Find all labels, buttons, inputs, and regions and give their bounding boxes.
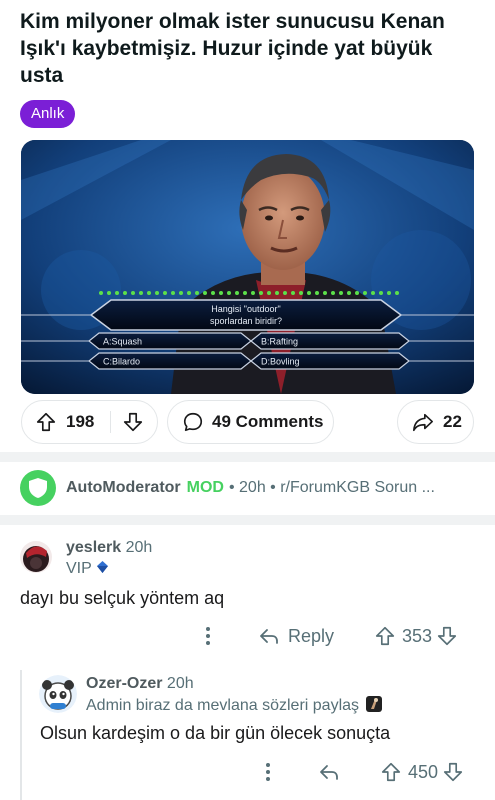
reply-arrow-icon[interactable] (258, 625, 280, 647)
upvote-count: 198 (66, 412, 95, 431)
flair-emoji-icon (366, 696, 383, 712)
comment-body: Olsun kardeşim o da bir gün ölecek sonuç… (40, 723, 391, 743)
avatar[interactable] (20, 541, 52, 573)
answer-c: C:Bilardo (103, 357, 140, 367)
comment-score: 353 (402, 625, 433, 646)
section-divider (0, 515, 495, 525)
post-action-bar: 198 49 Comments 22 (21, 400, 474, 444)
automod-meta: • 20h • r/ForumKGB Sorun ... (228, 479, 435, 496)
answer-b: B:Rafting (261, 337, 298, 347)
comment-author[interactable]: Ozer-Ozer (86, 675, 162, 692)
comment-time: 20h (125, 539, 153, 556)
comments-button[interactable]: 49 Comments (167, 400, 334, 444)
downvote-icon[interactable] (436, 625, 458, 647)
share-button[interactable]: 22 (397, 400, 474, 444)
share-count: 22 (443, 412, 462, 431)
shield-icon (29, 478, 47, 498)
downvote-icon[interactable] (442, 761, 464, 783)
comment-author-line: Ozer-Ozer 20h (86, 675, 194, 693)
user-avatar-image (20, 541, 52, 573)
vote-divider (110, 411, 111, 433)
section-divider (0, 452, 495, 462)
mod-badge: MOD (186, 479, 224, 496)
comment-bubble-icon (183, 412, 203, 432)
comment-actions: 450 (258, 760, 478, 784)
user-flair: Admin biraz da mevlana sözleri paylaş (86, 696, 383, 715)
user-flair: VIP (66, 560, 109, 578)
post-image[interactable]: Hangisi "outdoor" sporlardan biridir? A:… (21, 140, 474, 394)
automod-name[interactable]: AutoModerator (66, 479, 181, 497)
upvote-icon[interactable] (35, 411, 57, 433)
user-flair-text: VIP (66, 560, 92, 577)
avatar[interactable] (39, 675, 77, 713)
automod-comment[interactable]: AutoModerator MOD • 20h • r/ForumKGB Sor… (20, 470, 480, 506)
upvote-icon[interactable] (380, 761, 402, 783)
diamond-icon (96, 561, 108, 573)
downvote-icon[interactable] (122, 411, 144, 433)
comments-label: 49 Comments (212, 412, 324, 431)
comment-author[interactable]: yeslerk (66, 539, 121, 556)
comment-body: dayı bu selçuk yöntem aq (20, 588, 225, 608)
reply-arrow-icon[interactable] (318, 761, 340, 783)
comment-author-line: yeslerk 20h (66, 539, 152, 557)
comment-score: 450 (408, 761, 439, 782)
question-text-line: sporlardan biridir? (210, 316, 282, 326)
reply-button[interactable]: Reply (288, 626, 334, 647)
post-title[interactable]: Kim milyoner olmak ister sunucusu Kenan … (20, 8, 480, 89)
comment-actions: Reply 353 (198, 624, 478, 648)
share-arrow-icon (413, 413, 433, 432)
more-options-icon[interactable] (198, 624, 218, 648)
post-flair[interactable]: Anlık (20, 100, 76, 128)
vote-pill: 198 (21, 400, 158, 444)
answer-a: A:Squash (103, 337, 142, 347)
question-text-line: Hangisi "outdoor" (211, 304, 280, 314)
user-avatar-image (39, 675, 77, 713)
upvote-icon[interactable] (374, 625, 396, 647)
thread-line[interactable] (20, 670, 22, 800)
automod-avatar[interactable] (20, 470, 56, 506)
more-options-icon[interactable] (258, 760, 278, 784)
tv-show-still: Hangisi "outdoor" sporlardan biridir? A:… (21, 140, 474, 394)
answer-d: D:Bovling (261, 357, 300, 367)
user-flair-text: Admin biraz da mevlana sözleri paylaş (86, 697, 360, 714)
comment-time: 20h (166, 675, 194, 692)
